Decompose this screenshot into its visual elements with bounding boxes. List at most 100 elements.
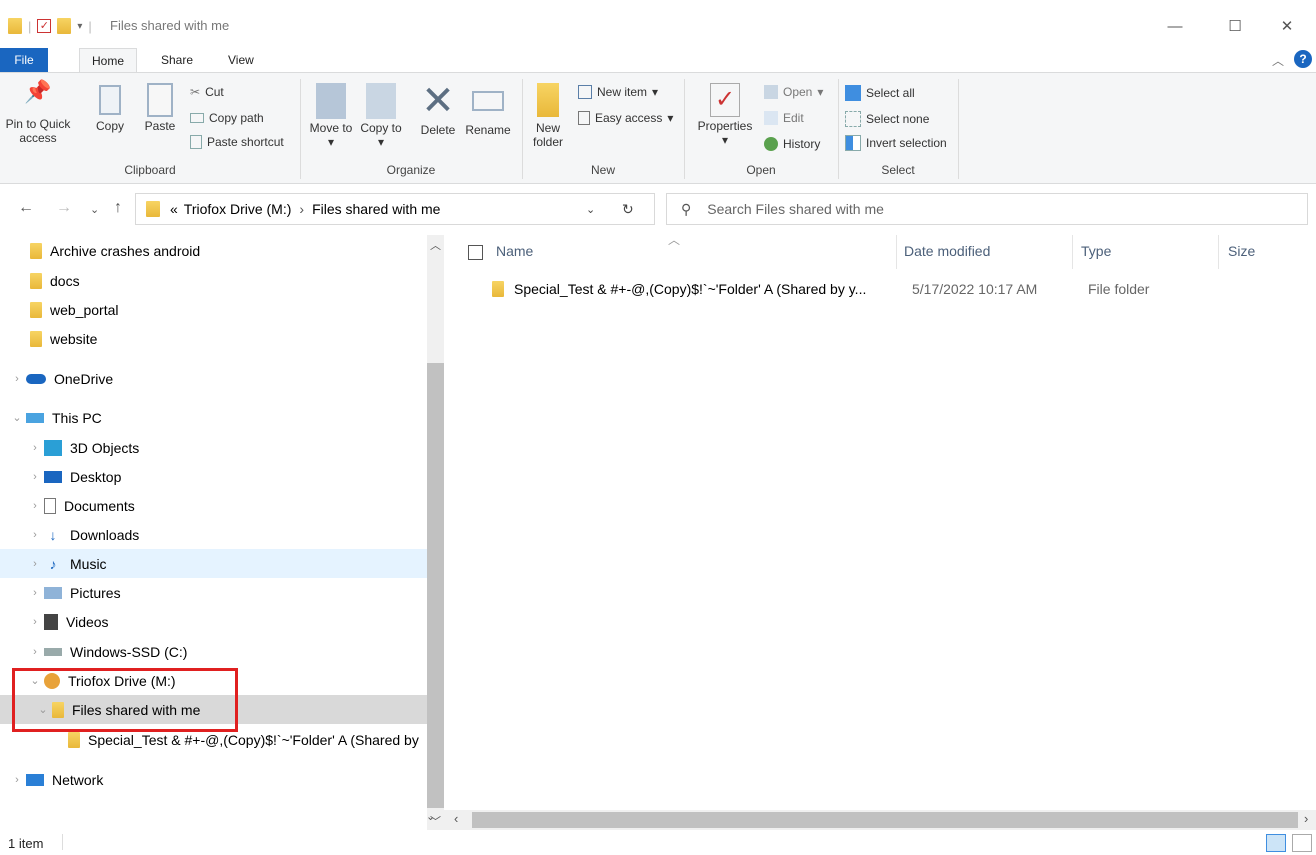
select-group-label: Select xyxy=(881,163,915,177)
copy-button[interactable]: Copy xyxy=(92,85,128,133)
nav-item-3d-objects[interactable]: › 3D Objects xyxy=(0,433,427,462)
search-input[interactable]: ⚲ Search Files shared with me xyxy=(666,193,1308,225)
nav-item-onedrive[interactable]: › OneDrive xyxy=(0,364,427,393)
file-date: 5/17/2022 10:17 AM xyxy=(912,281,1038,297)
invert-selection-button[interactable]: Invert selection xyxy=(845,135,947,151)
nav-item-files-shared[interactable]: ⌄ Files shared with me xyxy=(0,695,427,724)
rename-button[interactable]: Rename xyxy=(464,83,512,137)
properties-check-icon[interactable]: ✓ xyxy=(37,19,52,33)
chevron-right-icon[interactable]: › xyxy=(8,373,26,385)
properties-button[interactable]: ✓ Properties ▾ xyxy=(690,83,760,147)
column-header-type[interactable]: Type xyxy=(1081,243,1111,259)
address-bar[interactable]: « Triofox Drive (M:) › Files shared with… xyxy=(135,193,655,225)
recent-locations-icon[interactable]: ⌄ xyxy=(90,203,99,216)
select-all-button[interactable]: Select all xyxy=(845,85,915,101)
nav-item-network[interactable]: › Network xyxy=(0,765,427,794)
breadcrumb-files-shared[interactable]: Files shared with me xyxy=(312,201,440,217)
nav-item-videos[interactable]: › Videos xyxy=(0,607,427,636)
chevron-right-icon[interactable]: › xyxy=(26,646,44,658)
chevron-right-icon[interactable]: › xyxy=(26,442,44,454)
nav-item-music[interactable]: › ♪ Music xyxy=(0,549,427,578)
paste-button[interactable]: Paste xyxy=(142,83,178,133)
file-list[interactable]: Name ︿ Date modified Type Size Special_T… xyxy=(426,233,1316,830)
customize-dropdown-icon[interactable]: ▾ xyxy=(77,21,82,32)
chevron-down-icon[interactable]: ⌄ xyxy=(26,674,44,687)
select-none-button[interactable]: Select none xyxy=(845,111,929,127)
new-folder-icon[interactable] xyxy=(57,18,72,34)
forward-icon[interactable]: → xyxy=(56,199,72,217)
open-button[interactable]: Open ▾ xyxy=(764,85,823,99)
nav-item-desktop[interactable]: › Desktop xyxy=(0,462,427,491)
file-row[interactable]: Special_Test & #+-@,(Copy)$!`~'Folder' A… xyxy=(492,277,1149,301)
minimize-button[interactable]: — xyxy=(1152,12,1198,42)
chevron-down-icon[interactable]: ⌄ xyxy=(8,411,26,424)
nav-item-documents[interactable]: › Documents xyxy=(0,491,427,520)
column-header-name[interactable]: Name xyxy=(496,243,533,259)
properties-check-large-icon: ✓ xyxy=(710,83,740,117)
back-icon[interactable]: ← xyxy=(18,199,34,217)
content-hscrollbar-thumb[interactable] xyxy=(472,812,1298,828)
chevron-right-icon[interactable]: › xyxy=(8,774,26,786)
film-icon xyxy=(44,613,58,630)
nav-scrollbar-thumb[interactable] xyxy=(427,363,444,808)
nav-item-downloads[interactable]: › ↓ Downloads xyxy=(0,520,427,549)
up-icon[interactable]: ↑ xyxy=(114,199,122,217)
tab-share[interactable]: Share xyxy=(151,48,203,72)
nav-item-docs[interactable]: docs xyxy=(0,266,427,295)
move-to-icon xyxy=(316,83,346,119)
history-button[interactable]: History xyxy=(764,137,820,151)
tab-home[interactable]: Home xyxy=(79,48,137,72)
nav-item-website[interactable]: website xyxy=(0,324,427,353)
new-folder-button[interactable]: New folder xyxy=(528,83,568,149)
column-header-size[interactable]: Size xyxy=(1228,243,1255,259)
breadcrumb-overflow[interactable]: « xyxy=(170,201,178,217)
nav-item-triofox-drive[interactable]: ⌄ Triofox Drive (M:) xyxy=(0,666,427,695)
navigation-pane[interactable]: Archive crashes android docs web_portal … xyxy=(0,235,444,830)
paste-shortcut-button[interactable]: Paste shortcut xyxy=(190,135,284,149)
tab-view[interactable]: View xyxy=(218,48,264,72)
details-view-icon[interactable] xyxy=(1266,834,1286,852)
nav-scrollbar[interactable]: ︿ ﹀ xyxy=(427,235,444,830)
nav-item-archive[interactable]: Archive crashes android xyxy=(0,236,427,265)
address-row: ← → ⌄ ↑ « Triofox Drive (M:) › Files sha… xyxy=(0,185,1316,235)
nav-item-special-test[interactable]: Special_Test & #+-@,(Copy)$!`~'Folder' A… xyxy=(0,725,427,754)
tab-file[interactable]: File xyxy=(0,48,48,72)
content-hscrollbar[interactable]: ‹ › xyxy=(444,810,1316,830)
breadcrumb-triofox[interactable]: Triofox Drive (M:) xyxy=(184,201,292,217)
chevron-right-icon[interactable]: › xyxy=(26,529,44,541)
easy-access-button[interactable]: Easy access ▾ xyxy=(578,111,673,125)
close-button[interactable]: ✕ xyxy=(1264,12,1310,42)
refresh-icon[interactable]: ↻ xyxy=(622,201,634,218)
pin-to-quick-access-button[interactable]: 📌 Pin to Quick access xyxy=(0,81,76,146)
large-icons-view-icon[interactable] xyxy=(1292,834,1312,852)
copy-path-button[interactable]: Copy path xyxy=(190,111,264,125)
cube-icon xyxy=(44,439,62,456)
chevron-right-icon[interactable]: › xyxy=(26,558,44,570)
new-item-button[interactable]: New item ▾ xyxy=(578,85,658,99)
chevron-right-icon[interactable]: › xyxy=(26,471,44,483)
maximize-button[interactable]: ☐ xyxy=(1212,12,1258,42)
folder-icon xyxy=(52,701,64,718)
nav-item-pictures[interactable]: › Pictures xyxy=(0,578,427,607)
edit-button[interactable]: Edit xyxy=(764,111,804,125)
help-icon[interactable]: ? xyxy=(1294,50,1312,68)
scroll-up-icon[interactable]: ︿ xyxy=(430,237,441,253)
scroll-right-icon[interactable]: › xyxy=(1304,811,1308,826)
chevron-right-icon[interactable]: › xyxy=(26,616,44,628)
chevron-down-icon[interactable]: ⌄ xyxy=(34,703,52,716)
delete-button[interactable]: ✕ Delete xyxy=(414,79,462,137)
cut-button[interactable]: ✂ Cut xyxy=(190,85,224,99)
select-all-checkbox[interactable] xyxy=(468,245,483,260)
address-dropdown-icon[interactable]: ⌄ xyxy=(586,203,595,216)
copy-to-button[interactable]: Copy to ▾ xyxy=(358,83,404,149)
move-to-button[interactable]: Move to ▾ xyxy=(308,83,354,149)
collapse-ribbon-icon[interactable]: ︿ xyxy=(1272,52,1284,69)
chevron-right-icon[interactable]: › xyxy=(26,500,44,512)
nav-item-web-portal[interactable]: web_portal xyxy=(0,295,427,324)
nav-scroll-down-corner-icon[interactable]: ⌄ xyxy=(426,810,435,823)
scroll-left-icon[interactable]: ‹ xyxy=(454,811,458,826)
nav-item-this-pc[interactable]: ⌄ This PC xyxy=(0,403,427,432)
chevron-right-icon[interactable]: › xyxy=(26,587,44,599)
nav-item-windows-ssd[interactable]: › Windows-SSD (C:) xyxy=(0,637,427,666)
column-header-date[interactable]: Date modified xyxy=(904,243,990,259)
